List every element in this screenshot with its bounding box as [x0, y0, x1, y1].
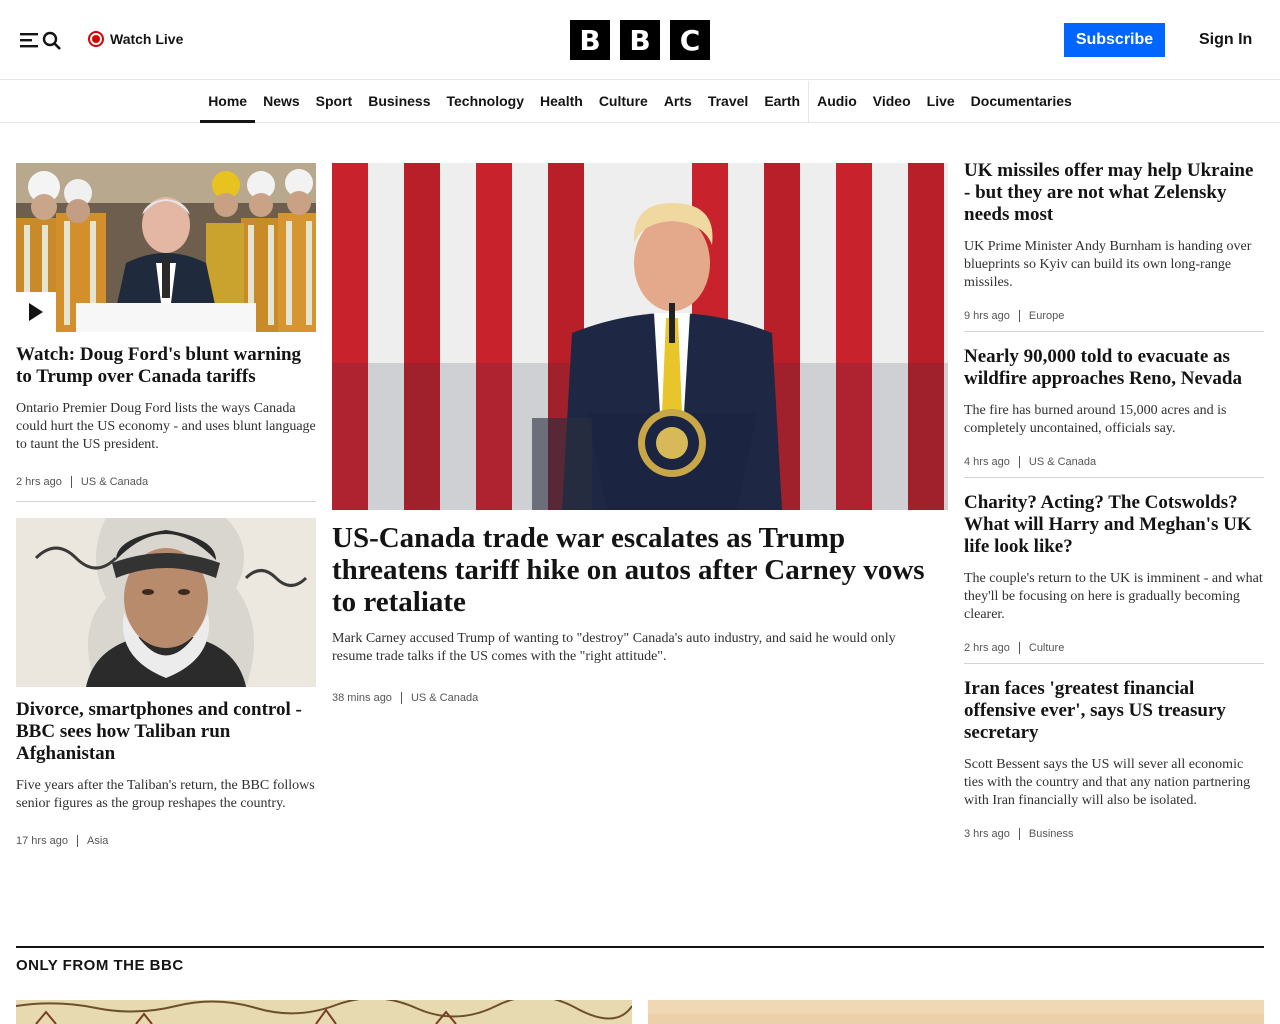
story-summary: Ontario Premier Doug Ford lists the ways…	[16, 401, 316, 452]
section-rule	[16, 946, 1264, 948]
nav-item-audio[interactable]: Audio	[808, 81, 865, 123]
main-nav: Home News Sport Business Technology Heal…	[0, 81, 1280, 123]
nav-item-earth[interactable]: Earth	[756, 81, 808, 123]
lead-story-headline[interactable]: US-Canada trade war escalates as Trump t…	[332, 522, 948, 618]
nav-item-arts[interactable]: Arts	[656, 81, 700, 123]
live-icon	[88, 31, 104, 47]
nav-item-business[interactable]: Business	[360, 81, 438, 123]
story-summary: The fire has burned around 15,000 acres …	[964, 403, 1227, 436]
story-meta: 4 hrs ago US & Canada	[964, 456, 1264, 468]
story-category-link[interactable]: Business	[1018, 828, 1074, 840]
story-headline[interactable]: UK missiles offer may help Ukraine - but…	[964, 160, 1264, 226]
story-meta: 2 hrs ago Culture	[964, 642, 1264, 654]
logo-letter: B	[620, 20, 660, 60]
story-divider	[964, 663, 1264, 664]
story-headline[interactable]: Watch: Doug Ford's blunt warning to Trum…	[16, 344, 316, 388]
logo-letter: C	[670, 20, 710, 60]
story-time: 17 hrs ago	[16, 835, 68, 847]
story-category-link[interactable]: Europe	[1018, 310, 1064, 322]
story-card[interactable]: Iran faces 'greatest financial offensive…	[964, 678, 1264, 840]
sign-in-button[interactable]: Sign In	[1190, 28, 1261, 52]
watch-live-link[interactable]: Watch Live	[88, 28, 183, 50]
story-image[interactable]	[16, 518, 316, 687]
story-category-link[interactable]: US & Canada	[1018, 456, 1096, 468]
story-meta: 2 hrs ago US & Canada	[16, 476, 316, 488]
story-card[interactable]: Watch: Doug Ford's blunt warning to Trum…	[16, 163, 316, 488]
nav-item-news[interactable]: News	[255, 81, 308, 123]
nav-item-health[interactable]: Health	[532, 81, 591, 123]
logo-letter: B	[570, 20, 610, 60]
portrait-photo	[16, 518, 316, 687]
nav-item-video[interactable]: Video	[865, 81, 919, 123]
watch-live-label: Watch Live	[110, 31, 184, 47]
podium-photo	[332, 163, 948, 510]
story-time: 2 hrs ago	[16, 476, 62, 488]
play-video-button[interactable]	[16, 292, 56, 332]
section-title: ONLY FROM THE BBC	[16, 957, 184, 974]
menu-search-button[interactable]	[20, 28, 62, 52]
story-time: 38 mins ago	[332, 692, 392, 704]
story-headline[interactable]: Iran faces 'greatest financial offensive…	[964, 678, 1264, 744]
sand-photo	[648, 1000, 1264, 1024]
subscribe-button[interactable]: Subscribe	[1064, 23, 1165, 57]
story-summary: UK Prime Minister Andy Burnham is handin…	[964, 239, 1252, 290]
play-icon	[29, 303, 43, 321]
right-column: UK missiles offer may help Ukraine - but…	[964, 160, 1264, 840]
lead-story-meta: 38 mins ago US & Canada	[332, 692, 948, 704]
story-card[interactable]: UK missiles offer may help Ukraine - but…	[964, 160, 1264, 322]
story-card[interactable]: Divorce, smartphones and control - BBC s…	[16, 518, 316, 847]
story-summary: Scott Bessent says the US will sever all…	[964, 757, 1251, 808]
story-image[interactable]	[16, 163, 316, 332]
story-meta: 3 hrs ago Business	[964, 828, 1264, 840]
nav-item-home[interactable]: Home	[200, 81, 256, 123]
section-story-image[interactable]	[16, 1000, 632, 1024]
nav-item-travel[interactable]: Travel	[700, 81, 756, 123]
story-category-link[interactable]: Asia	[76, 835, 108, 847]
nav-item-sport[interactable]: Sport	[308, 81, 361, 123]
story-headline[interactable]: Nearly 90,000 told to evacuate as wildfi…	[964, 346, 1264, 390]
nav-item-technology[interactable]: Technology	[438, 81, 532, 123]
story-category-link[interactable]: US & Canada	[400, 692, 478, 704]
story-time: 3 hrs ago	[964, 828, 1010, 840]
nav-item-live[interactable]: Live	[919, 81, 963, 123]
lead-story[interactable]: US-Canada trade war escalates as Trump t…	[332, 163, 948, 704]
story-headline[interactable]: Divorce, smartphones and control - BBC s…	[16, 699, 316, 765]
story-card[interactable]: Nearly 90,000 told to evacuate as wildfi…	[964, 346, 1264, 468]
nav-item-culture[interactable]: Culture	[591, 81, 656, 123]
story-category-link[interactable]: US & Canada	[70, 476, 148, 488]
story-summary: The couple's return to the UK is imminen…	[964, 571, 1263, 622]
lead-story-image[interactable]	[332, 163, 948, 510]
tapestry-photo	[16, 1000, 632, 1024]
story-time: 2 hrs ago	[964, 642, 1010, 654]
menu-icon	[20, 33, 38, 48]
story-divider	[16, 501, 316, 502]
story-category-link[interactable]: Culture	[1018, 642, 1064, 654]
story-meta: 9 hrs ago Europe	[964, 310, 1264, 322]
story-card[interactable]: Charity? Acting? The Cotswolds? What wil…	[964, 492, 1264, 654]
nav-item-documentaries[interactable]: Documentaries	[963, 81, 1080, 123]
story-time: 4 hrs ago	[964, 456, 1010, 468]
press-conference-photo	[16, 163, 316, 332]
top-bar: Watch Live B B C Subscribe Sign In	[0, 0, 1280, 80]
story-meta: 17 hrs ago Asia	[16, 835, 316, 847]
story-time: 9 hrs ago	[964, 310, 1010, 322]
bbc-logo[interactable]: B B C	[570, 20, 710, 60]
search-icon	[42, 31, 61, 50]
lead-story-summary: Mark Carney accused Trump of wanting to …	[332, 631, 896, 664]
left-column: Watch: Doug Ford's blunt warning to Trum…	[16, 163, 316, 847]
story-divider	[964, 331, 1264, 332]
story-headline[interactable]: Charity? Acting? The Cotswolds? What wil…	[964, 492, 1264, 558]
section-story-image[interactable]	[648, 1000, 1264, 1024]
story-summary: Five years after the Taliban's return, t…	[16, 778, 315, 811]
story-divider	[964, 477, 1264, 478]
